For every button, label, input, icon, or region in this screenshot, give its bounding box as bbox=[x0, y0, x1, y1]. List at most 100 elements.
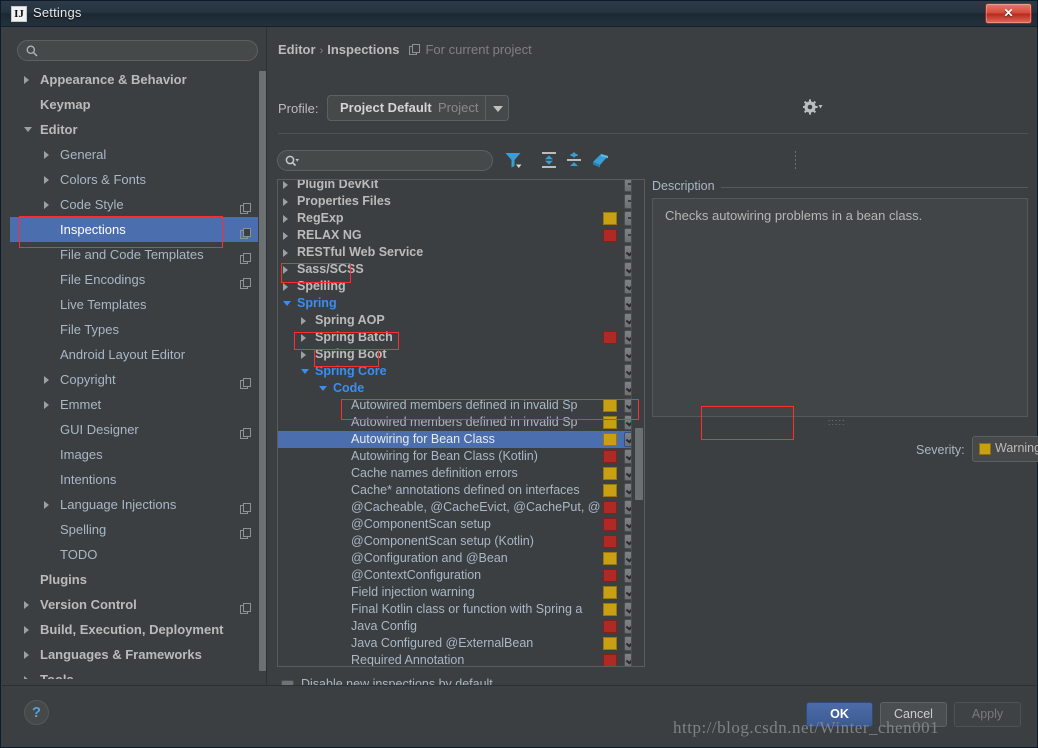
chevron-right-icon[interactable] bbox=[44, 501, 49, 509]
sidebar-item-todo[interactable]: TODO bbox=[10, 542, 258, 567]
filter-icon[interactable] bbox=[504, 151, 522, 169]
apply-button[interactable]: Apply bbox=[954, 702, 1021, 727]
inspection-checkbox[interactable] bbox=[624, 585, 631, 600]
chevron-right-icon[interactable] bbox=[283, 198, 288, 206]
inspection-checkbox[interactable] bbox=[624, 602, 631, 617]
inspection-row[interactable]: Spring bbox=[278, 295, 631, 312]
chevron-right-icon[interactable] bbox=[24, 676, 29, 679]
inspection-row[interactable]: RELAX NG bbox=[278, 227, 631, 244]
inspection-checkbox[interactable] bbox=[624, 330, 631, 345]
sidebar-item-languages-frameworks[interactable]: Languages & Frameworks bbox=[10, 642, 258, 667]
inspection-row[interactable]: Required Annotation bbox=[278, 652, 631, 666]
inspection-row[interactable]: Spring Core bbox=[278, 363, 631, 380]
inspection-checkbox[interactable] bbox=[624, 262, 631, 277]
chevron-right-icon[interactable] bbox=[24, 601, 29, 609]
sidebar-item-images[interactable]: Images bbox=[10, 442, 258, 467]
inspection-checkbox[interactable] bbox=[624, 415, 631, 430]
sidebar-item-language-injections[interactable]: Language Injections bbox=[10, 492, 258, 517]
inspection-checkbox[interactable] bbox=[624, 180, 631, 192]
sidebar-item-gui-designer[interactable]: GUI Designer bbox=[10, 417, 258, 442]
sidebar-item-file-and-code-templates[interactable]: File and Code Templates bbox=[10, 242, 258, 267]
chevron-right-icon[interactable] bbox=[24, 651, 29, 659]
inspection-checkbox[interactable] bbox=[624, 551, 631, 566]
sidebar-item-appearance-behavior[interactable]: Appearance & Behavior bbox=[10, 67, 258, 92]
chevron-right-icon[interactable] bbox=[301, 334, 306, 342]
collapse-all-icon[interactable] bbox=[565, 151, 583, 169]
inspection-row[interactable]: Cache* annotations defined on interfaces bbox=[278, 482, 631, 499]
sidebar-item-keymap[interactable]: Keymap bbox=[10, 92, 258, 117]
gear-icon[interactable] bbox=[803, 99, 823, 115]
sidebar-item-copyright[interactable]: Copyright bbox=[10, 367, 258, 392]
expand-all-icon[interactable] bbox=[540, 151, 558, 169]
inspections-scrollbar[interactable] bbox=[631, 180, 644, 666]
sidebar-scroll-thumb[interactable] bbox=[259, 71, 266, 671]
sidebar-item-tools[interactable]: Tools bbox=[10, 667, 258, 679]
sidebar-tree[interactable]: Appearance & Behavior Keymap Editor General… bbox=[10, 67, 258, 679]
sidebar-search[interactable] bbox=[17, 40, 258, 61]
chevron-down-icon[interactable] bbox=[301, 369, 309, 378]
sidebar-item-android-layout-editor[interactable]: Android Layout Editor bbox=[10, 342, 258, 367]
chevron-right-icon[interactable] bbox=[301, 317, 306, 325]
inspections-scroll-thumb[interactable] bbox=[635, 428, 643, 500]
inspection-row[interactable]: Final Kotlin class or function with Spri… bbox=[278, 601, 631, 618]
chevron-right-icon[interactable] bbox=[24, 626, 29, 634]
chevron-down-icon[interactable] bbox=[283, 301, 291, 310]
sidebar-item-general[interactable]: General bbox=[10, 142, 258, 167]
inspection-checkbox[interactable] bbox=[624, 245, 631, 260]
sidebar-item-editor[interactable]: Editor bbox=[10, 117, 258, 142]
help-button[interactable]: ? bbox=[24, 700, 49, 725]
inspection-row[interactable]: Autowiring for Bean Class (Kotlin) bbox=[278, 448, 631, 465]
inspection-checkbox[interactable] bbox=[624, 568, 631, 583]
chevron-right-icon[interactable] bbox=[283, 181, 288, 189]
inspection-checkbox[interactable] bbox=[624, 449, 631, 464]
sidebar-item-emmet[interactable]: Emmet bbox=[10, 392, 258, 417]
inspection-row[interactable]: Java Config bbox=[278, 618, 631, 635]
sidebar-item-file-types[interactable]: File Types bbox=[10, 317, 258, 342]
profile-combobox[interactable]: Project Default Project bbox=[327, 95, 509, 121]
chevron-right-icon[interactable] bbox=[44, 401, 49, 409]
inspection-checkbox[interactable] bbox=[624, 296, 631, 311]
filter-input[interactable] bbox=[304, 152, 484, 169]
inspection-checkbox[interactable] bbox=[624, 636, 631, 651]
inspection-checkbox[interactable] bbox=[624, 194, 631, 209]
close-icon[interactable]: ✕ bbox=[985, 3, 1032, 24]
chevron-right-icon[interactable] bbox=[24, 76, 29, 84]
sidebar-item-colors-fonts[interactable]: Colors & Fonts bbox=[10, 167, 258, 192]
chevron-right-icon[interactable] bbox=[283, 232, 288, 240]
sidebar-item-code-style[interactable]: Code Style bbox=[10, 192, 258, 217]
inspection-checkbox[interactable] bbox=[624, 500, 631, 515]
sidebar-item-file-encodings[interactable]: File Encodings bbox=[10, 267, 258, 292]
inspection-row[interactable]: Spring AOP bbox=[278, 312, 631, 329]
sidebar-item-live-templates[interactable]: Live Templates bbox=[10, 292, 258, 317]
inspection-checkbox[interactable] bbox=[624, 381, 631, 396]
inspection-checkbox[interactable] bbox=[624, 364, 631, 379]
inspection-row[interactable]: @Configuration and @Bean bbox=[278, 550, 631, 567]
breadcrumb-editor[interactable]: Editor bbox=[278, 42, 316, 57]
inspection-row[interactable]: Sass/SCSS bbox=[278, 261, 631, 278]
inspection-checkbox[interactable] bbox=[624, 432, 631, 447]
inspection-row[interactable]: Autowired members defined in invalid Sp bbox=[278, 414, 631, 431]
profile-dropdown-button[interactable] bbox=[485, 96, 508, 120]
vertical-divider[interactable] bbox=[266, 27, 267, 685]
chevron-right-icon[interactable] bbox=[44, 201, 49, 209]
inspection-filter-search[interactable] bbox=[277, 150, 493, 171]
inspection-checkbox[interactable] bbox=[624, 466, 631, 481]
chevron-right-icon[interactable] bbox=[301, 351, 306, 359]
inspection-checkbox[interactable] bbox=[624, 313, 631, 328]
chevron-right-icon[interactable] bbox=[44, 376, 49, 384]
inspection-row[interactable]: Properties Files bbox=[278, 193, 631, 210]
chevron-right-icon[interactable] bbox=[283, 283, 288, 291]
inspection-row[interactable]: Spelling bbox=[278, 278, 631, 295]
sidebar-item-version-control[interactable]: Version Control bbox=[10, 592, 258, 617]
inspection-row[interactable]: Autowiring for Bean Class bbox=[278, 431, 631, 448]
inspection-row[interactable]: Cache names definition errors bbox=[278, 465, 631, 482]
inspection-row[interactable]: Code bbox=[278, 380, 631, 397]
sidebar-item-build-execution-deployment[interactable]: Build, Execution, Deployment bbox=[10, 617, 258, 642]
chevron-right-icon[interactable] bbox=[283, 215, 288, 223]
chevron-right-icon[interactable] bbox=[283, 266, 288, 274]
chevron-down-icon[interactable] bbox=[319, 386, 327, 395]
inspection-checkbox[interactable] bbox=[624, 347, 631, 362]
sidebar-item-inspections[interactable]: Inspections bbox=[10, 217, 258, 242]
inspection-row[interactable]: Plugin DevKit bbox=[278, 180, 631, 193]
sidebar-item-plugins[interactable]: Plugins bbox=[10, 567, 258, 592]
